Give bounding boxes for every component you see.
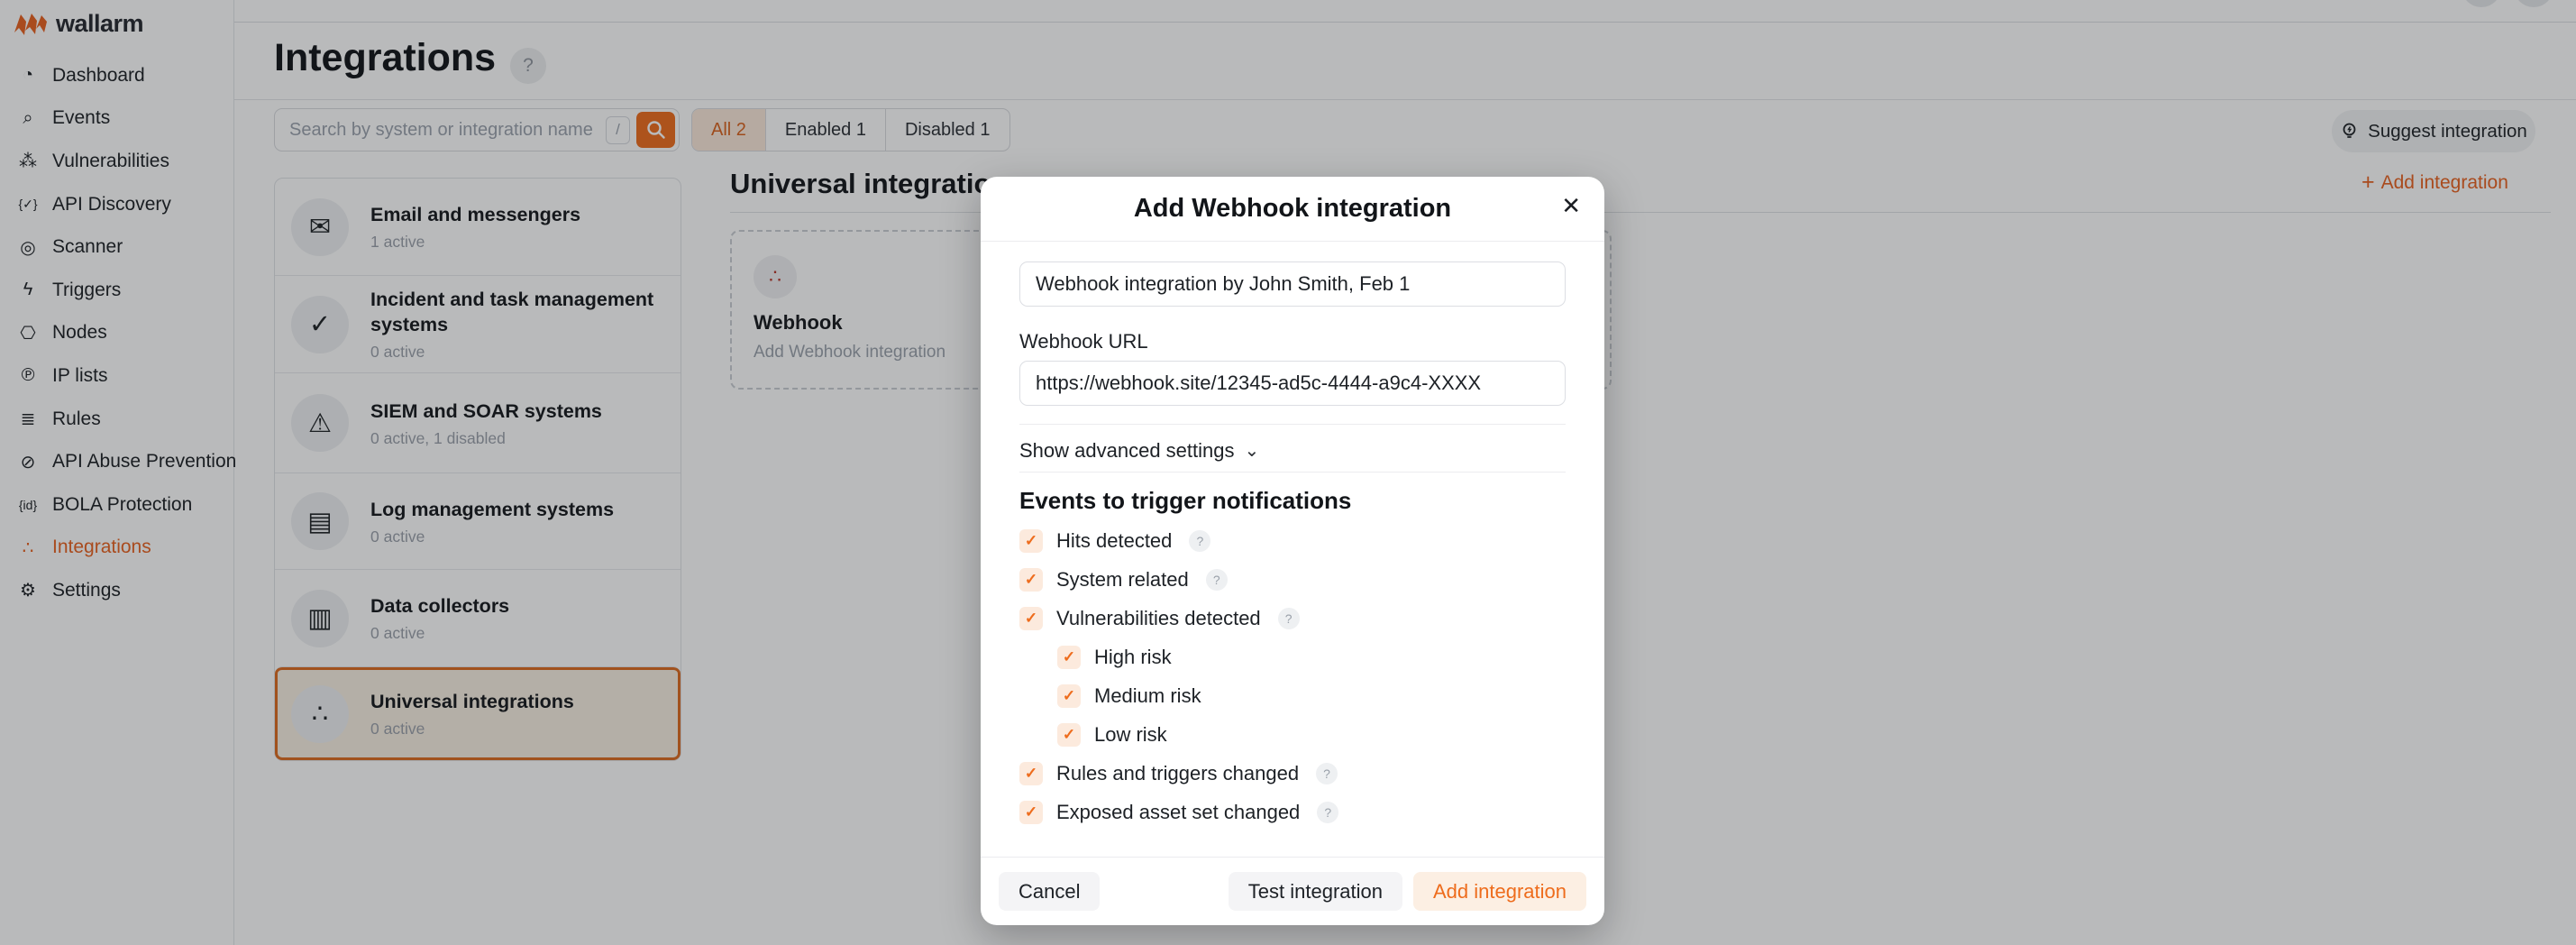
help-icon[interactable]: ? (1316, 763, 1338, 784)
footer-right-buttons: Test integration Add integration (1229, 872, 1586, 911)
checked-checkbox-icon[interactable]: ✓ (1057, 646, 1081, 669)
modal-body: Webhook URL Show advanced settings ⌄ Eve… (981, 242, 1604, 824)
add-webhook-modal: Add Webhook integration ✕ Webhook URL Sh… (981, 177, 1604, 925)
checked-checkbox-icon[interactable]: ✓ (1019, 607, 1043, 630)
modal-title: Add Webhook integration (1134, 194, 1451, 224)
checkbox-medium-risk[interactable]: ✓ Medium risk (1057, 684, 1566, 708)
help-icon[interactable]: ? (1206, 569, 1228, 591)
cancel-button[interactable]: Cancel (999, 872, 1100, 911)
show-advanced-settings-toggle[interactable]: Show advanced settings ⌄ (1019, 439, 1566, 463)
integration-name-input[interactable] (1019, 261, 1566, 307)
checked-checkbox-icon[interactable]: ✓ (1019, 801, 1043, 824)
app-root: wallarm ◔Dashboard ⌕Events ⁂Vulnerabilit… (0, 0, 2576, 945)
add-integration-button[interactable]: Add integration (1413, 872, 1586, 911)
checked-checkbox-icon[interactable]: ✓ (1019, 568, 1043, 592)
checkbox-low-risk[interactable]: ✓ Low risk (1057, 723, 1566, 747)
checkbox-high-risk[interactable]: ✓ High risk (1057, 646, 1566, 669)
checkbox-exposed-asset-set-changed[interactable]: ✓ Exposed asset set changed ? (1019, 801, 1566, 824)
webhook-url-input[interactable] (1019, 361, 1566, 406)
events-heading: Events to trigger notifications (1019, 487, 1566, 515)
modal-header: Add Webhook integration ✕ (981, 177, 1604, 242)
checkbox-system-related[interactable]: ✓ System related ? (1019, 568, 1566, 592)
test-integration-button[interactable]: Test integration (1229, 872, 1402, 911)
checked-checkbox-icon[interactable]: ✓ (1057, 684, 1081, 708)
divider (1019, 424, 1566, 425)
checkbox-rules-triggers-changed[interactable]: ✓ Rules and triggers changed ? (1019, 762, 1566, 785)
modal-footer: Cancel Test integration Add integration (981, 857, 1604, 925)
webhook-url-label: Webhook URL (1019, 330, 1566, 353)
checked-checkbox-icon[interactable]: ✓ (1019, 762, 1043, 785)
checkbox-hits-detected[interactable]: ✓ Hits detected ? (1019, 529, 1566, 553)
checked-checkbox-icon[interactable]: ✓ (1019, 529, 1043, 553)
chevron-down-icon: ⌄ (1245, 446, 1260, 455)
checked-checkbox-icon[interactable]: ✓ (1057, 723, 1081, 747)
advanced-settings-label: Show advanced settings (1019, 439, 1235, 463)
help-icon[interactable]: ? (1278, 608, 1300, 629)
help-icon[interactable]: ? (1189, 530, 1210, 552)
checkbox-vulnerabilities-detected[interactable]: ✓ Vulnerabilities detected ? (1019, 607, 1566, 630)
close-icon[interactable]: ✕ (1561, 194, 1581, 217)
event-checkbox-list: ✓ Hits detected ? ✓ System related ? ✓ V… (1019, 529, 1566, 824)
help-icon[interactable]: ? (1317, 802, 1338, 823)
